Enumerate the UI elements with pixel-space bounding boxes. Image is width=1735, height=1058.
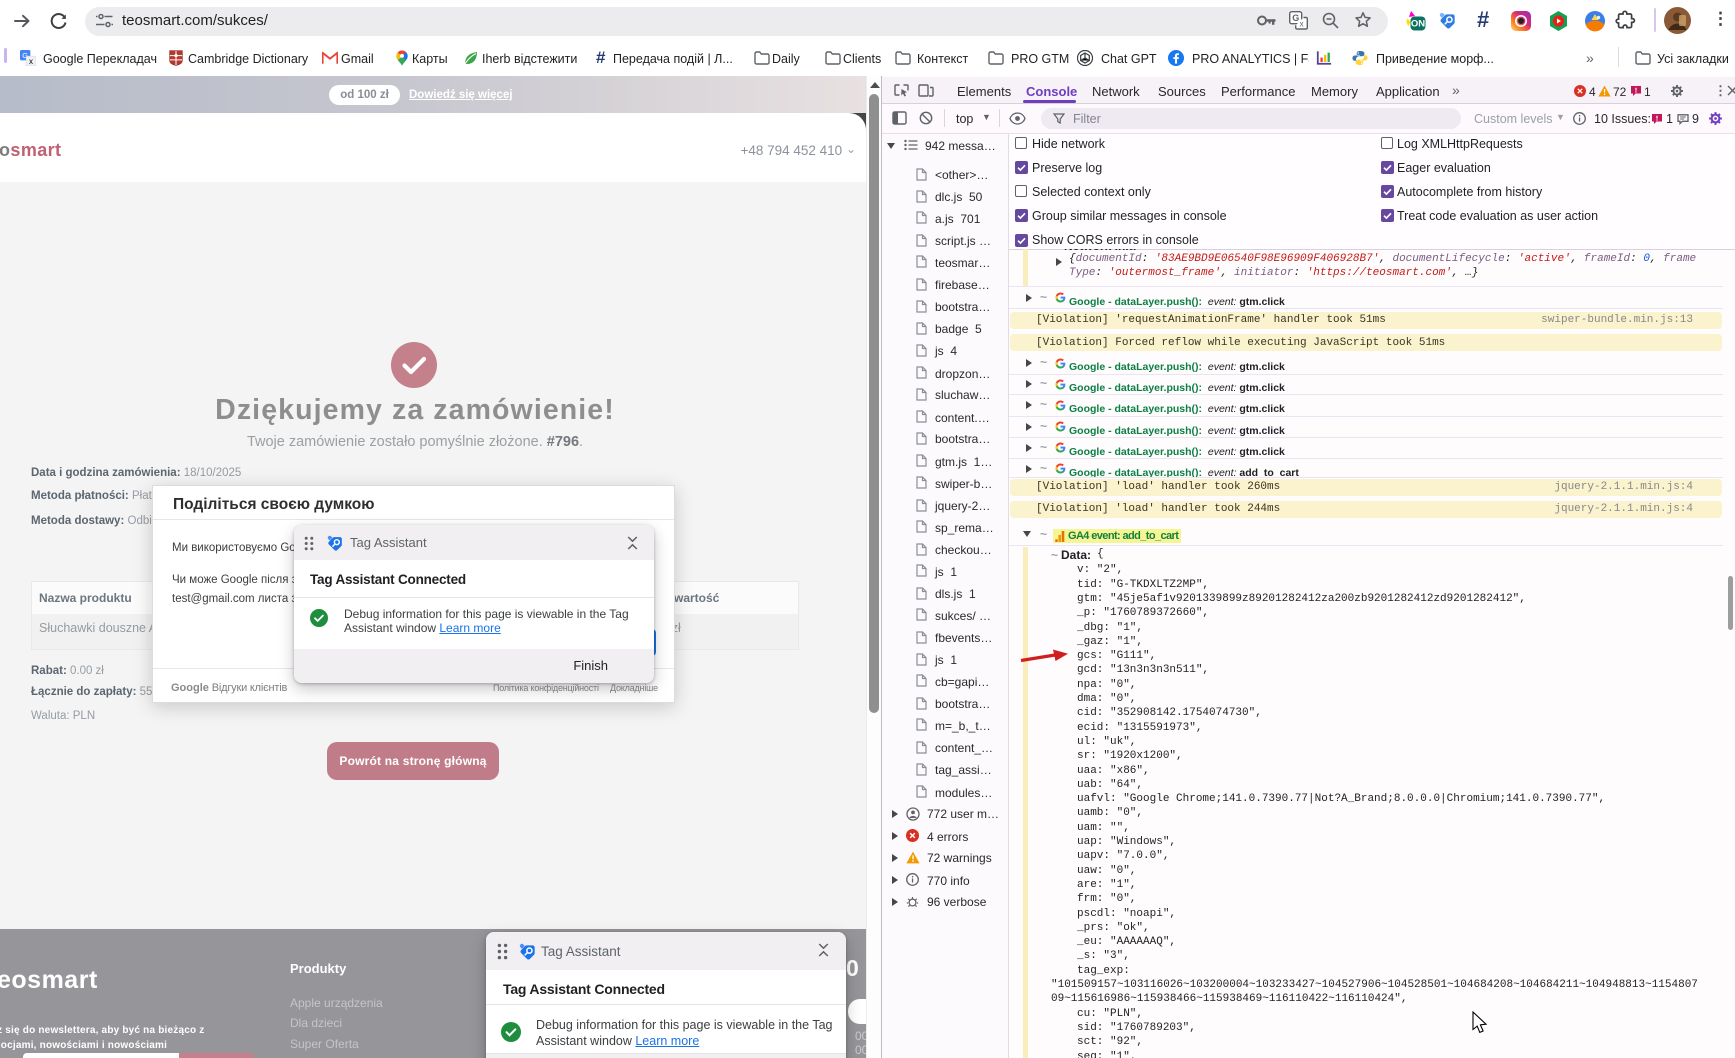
svg-text:x: x [1300,20,1304,29]
svg-text:ON: ON [1411,19,1425,30]
svg-text:G: G [1292,13,1299,23]
svg-text:x: x [29,57,33,66]
